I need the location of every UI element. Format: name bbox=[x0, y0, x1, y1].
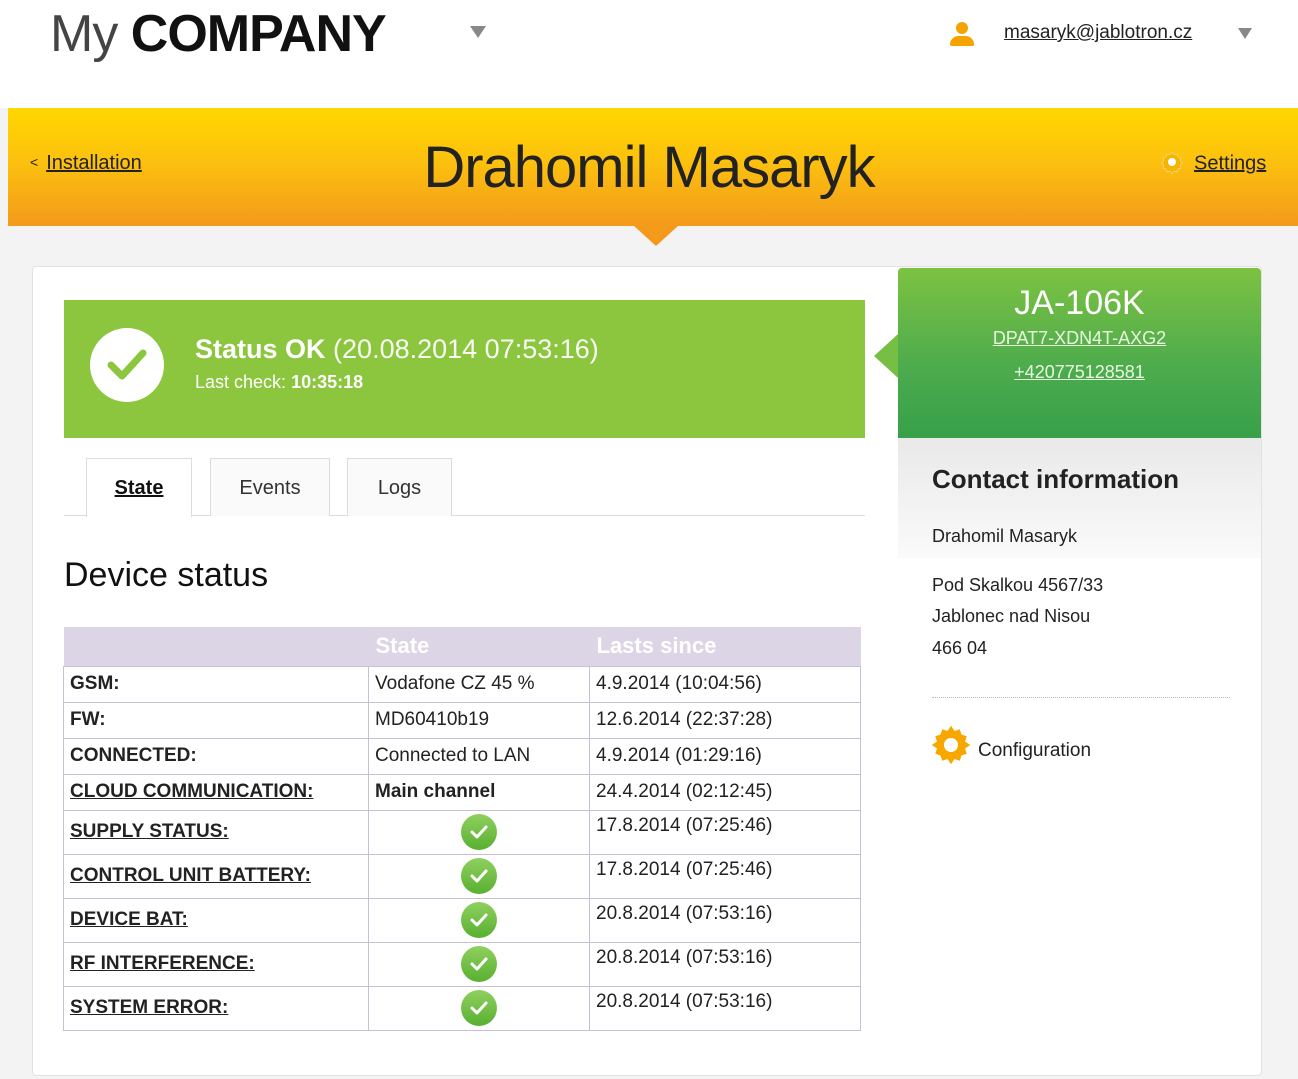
last-check-label: Last check: bbox=[195, 372, 287, 392]
user-icon bbox=[948, 20, 976, 50]
user-dropdown-caret-icon[interactable] bbox=[1238, 28, 1252, 39]
ok-check-icon bbox=[461, 990, 497, 1026]
row-state bbox=[368, 897, 590, 943]
row-since: 20.8.2014 (07:53:16) bbox=[589, 941, 861, 987]
device-panel-notch bbox=[874, 334, 898, 378]
device-status-title: Device status bbox=[64, 556, 269, 594]
status-ok-check-icon bbox=[90, 328, 164, 402]
configuration-link[interactable]: Configuration bbox=[930, 725, 1092, 772]
table-row: SUPPLY STATUS: 17.8.2014 (07:25:46) bbox=[63, 809, 861, 855]
row-label: CONNECTED: bbox=[63, 737, 369, 775]
table-header-row: State Lasts since bbox=[63, 627, 861, 667]
tab-state[interactable]: State bbox=[86, 458, 192, 517]
last-check-time: 10:35:18 bbox=[291, 372, 364, 392]
row-since: 20.8.2014 (07:53:16) bbox=[589, 897, 861, 943]
contact-address-line3: 466 04 bbox=[932, 638, 988, 658]
row-label-link[interactable]: DEVICE BAT: bbox=[63, 897, 369, 943]
ok-check-icon bbox=[461, 946, 497, 982]
row-state bbox=[368, 941, 590, 987]
table-row: CONNECTED: Connected to LAN 4.9.2014 (01… bbox=[63, 737, 861, 775]
gear-icon bbox=[930, 724, 972, 766]
column-header-state: State bbox=[368, 627, 590, 667]
device-status-table: State Lasts since GSM: Vodafone CZ 45 % … bbox=[63, 627, 861, 1031]
row-state: MD60410b19 bbox=[368, 701, 590, 739]
row-label-link[interactable]: CONTROL UNIT BATTERY: bbox=[63, 853, 369, 899]
device-phone-link[interactable]: +420775128581 bbox=[898, 362, 1261, 383]
contact-title: Contact information bbox=[932, 464, 1179, 494]
status-label: Status OK bbox=[195, 334, 326, 364]
row-label: GSM: bbox=[63, 665, 369, 703]
row-state bbox=[368, 985, 590, 1031]
tab-events[interactable]: Events bbox=[210, 458, 330, 516]
device-model: JA-106K bbox=[1014, 284, 1145, 322]
company-logo[interactable]: My COMPANY bbox=[50, 4, 387, 64]
gear-icon bbox=[1160, 150, 1184, 175]
divider bbox=[932, 697, 1230, 698]
row-state bbox=[368, 809, 590, 855]
row-since: 4.9.2014 (01:29:16) bbox=[589, 737, 861, 775]
row-label-link[interactable]: CLOUD COMMUNICATION: bbox=[63, 773, 369, 811]
logo-company: COMPANY bbox=[130, 5, 387, 63]
row-label-link[interactable]: RF INTERFERENCE: bbox=[63, 941, 369, 987]
row-label: FW: bbox=[63, 701, 369, 739]
settings-link[interactable]: Settings bbox=[1160, 150, 1267, 176]
logo-my: My bbox=[50, 5, 118, 63]
ok-check-icon bbox=[461, 858, 497, 894]
last-check: Last check: 10:35:18 bbox=[195, 372, 363, 393]
row-state: Main channel bbox=[368, 773, 590, 811]
ok-check-icon bbox=[461, 814, 497, 850]
column-header-lasts-since: Lasts since bbox=[589, 627, 861, 667]
row-since: 17.8.2014 (07:25:46) bbox=[589, 809, 861, 855]
row-state: Connected to LAN bbox=[368, 737, 590, 775]
row-label-link[interactable]: SUPPLY STATUS: bbox=[63, 809, 369, 855]
row-label-link[interactable]: SYSTEM ERROR: bbox=[63, 985, 369, 1031]
configuration-label: Configuration bbox=[978, 740, 1092, 762]
contact-name: Drahomil Masaryk bbox=[932, 526, 1078, 546]
status-box bbox=[64, 300, 865, 438]
table-row: RF INTERFERENCE: 20.8.2014 (07:53:16) bbox=[63, 941, 861, 987]
company-dropdown-caret-icon[interactable] bbox=[470, 26, 486, 38]
table-row: FW: MD60410b19 12.6.2014 (22:37:28) bbox=[63, 701, 861, 739]
row-since: 12.6.2014 (22:37:28) bbox=[589, 701, 861, 739]
row-since: 17.8.2014 (07:25:46) bbox=[589, 853, 861, 899]
table-row: SYSTEM ERROR: 20.8.2014 (07:53:16) bbox=[63, 985, 861, 1031]
column-header-label bbox=[63, 627, 369, 667]
row-state: Vodafone CZ 45 % bbox=[368, 665, 590, 703]
table-row: CONTROL UNIT BATTERY: 17.8.2014 (07:25:4… bbox=[63, 853, 861, 899]
status-headline: Status OK (20.08.2014 07:53:16) bbox=[195, 334, 599, 365]
user-email-link[interactable]: masaryk@jablotron.cz bbox=[1004, 22, 1192, 44]
banner-pointer bbox=[634, 226, 678, 246]
tab-logs[interactable]: Logs bbox=[347, 458, 452, 516]
table-row: GSM: Vodafone CZ 45 % 4.9.2014 (10:04:56… bbox=[63, 665, 861, 703]
table-row: CLOUD COMMUNICATION: Main channel 24.4.2… bbox=[63, 773, 861, 811]
row-since: 4.9.2014 (10:04:56) bbox=[589, 665, 861, 703]
row-since: 24.4.2014 (02:12:45) bbox=[589, 773, 861, 811]
status-timestamp: (20.08.2014 07:53:16) bbox=[333, 334, 599, 364]
ok-check-icon bbox=[461, 902, 497, 938]
page-title: Drahomil Masaryk bbox=[423, 135, 875, 200]
table-row: DEVICE BAT: 20.8.2014 (07:53:16) bbox=[63, 897, 861, 943]
row-since: 20.8.2014 (07:53:16) bbox=[589, 985, 861, 1031]
settings-label: Settings bbox=[1194, 152, 1267, 175]
contact-address-line2: Jablonec nad Nisou bbox=[932, 606, 1091, 626]
device-code-link[interactable]: DPAT7-XDN4T-AXG2 bbox=[898, 328, 1261, 349]
row-state bbox=[368, 853, 590, 899]
contact-address-line1: Pod Skalkou 4567/33 bbox=[932, 575, 1104, 595]
